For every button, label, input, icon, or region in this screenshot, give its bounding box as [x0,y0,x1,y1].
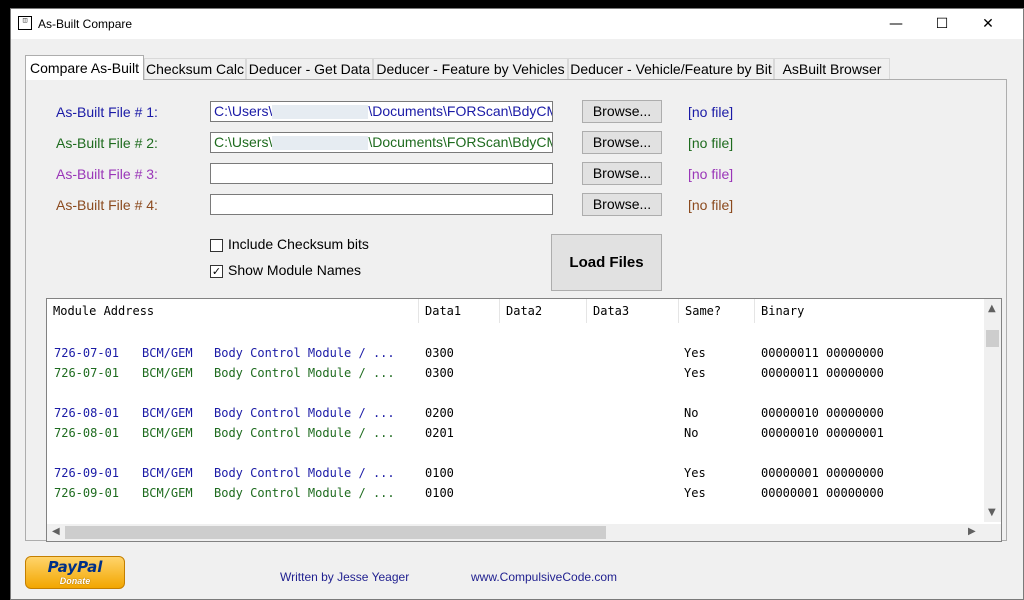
tab-deducer-get-data[interactable]: Deducer - Get Data [246,58,373,79]
cell-address: 726-07-01 [54,366,120,380]
horizontal-scrollbar[interactable]: ◀ ▶ [47,524,984,541]
cell-binary: 00000001 00000000 [761,466,884,480]
file-1-status: [no file] [688,104,734,120]
cell-same: No [684,426,699,440]
scroll-left-icon[interactable]: ◀ [52,526,60,537]
cell-module: BCM/GEM [142,346,193,360]
donate-label: Donate [59,576,91,586]
cell-data1: 0300 [425,346,454,360]
browse-file-4-button[interactable]: Browse... [582,193,662,216]
maximize-button[interactable]: ☐ [919,9,965,39]
app-window: ◫ As-Built Compare — ☐ ✕ Compare As-Buil… [10,8,1024,600]
horizontal-scroll-thumb[interactable] [65,526,606,539]
cell-module: BCM/GEM [142,466,193,480]
cell-data1: 0201 [425,426,454,440]
browse-file-2-button[interactable]: Browse... [582,131,662,154]
include-checksum-label[interactable]: Include Checksum bits [228,236,369,252]
cell-data1: 0300 [425,366,454,380]
vertical-scrollbar[interactable]: ▲ ▼ [984,299,1001,522]
results-list[interactable]: Module Address Data1 Data2 Data3 Same? B… [46,298,1002,542]
tab-checksum-calc[interactable]: Checksum Calc [144,58,246,79]
file-2-status: [no file] [688,135,734,151]
scroll-corner [984,524,1001,541]
cell-description: Body Control Module / ... [214,406,395,420]
file-3-label: As-Built File # 3: [56,166,158,182]
website-link[interactable]: www.CompulsiveCode.com [471,570,617,584]
cell-address: 726-09-01 [54,486,120,500]
file-4-label: As-Built File # 4: [56,197,158,213]
file-1-label: As-Built File # 1: [56,104,158,120]
load-files-button[interactable]: Load Files [551,234,662,291]
tab-asbuilt-browser[interactable]: AsBuilt Browser [774,58,890,79]
browse-file-1-button[interactable]: Browse... [582,100,662,123]
scroll-up-icon[interactable]: ▲ [988,303,996,314]
cell-binary: 00000001 00000000 [761,486,884,500]
cell-binary: 00000010 00000000 [761,406,884,420]
redacted-username [272,136,369,151]
cell-same: Yes [684,346,706,360]
cell-module: BCM/GEM [142,486,193,500]
cell-description: Body Control Module / ... [214,426,395,440]
col-binary[interactable]: Binary [755,299,985,323]
cell-description: Body Control Module / ... [214,486,395,500]
redacted-username [272,105,369,120]
file-3-path[interactable] [210,163,553,184]
cell-module: BCM/GEM [142,406,193,420]
tab-deducer-vehicle-feature-by-bit[interactable]: Deducer - Vehicle/Feature by Bit [568,58,774,79]
cell-data1: 0100 [425,466,454,480]
author-credit: Written by Jesse Yeager [280,570,410,584]
vertical-scroll-thumb[interactable] [986,330,999,347]
cell-address: 726-08-01 [54,406,120,420]
file-1-path[interactable]: C:\Users\ \Documents\FORScan\BdyCM- [210,101,553,122]
col-module-address[interactable]: Module Address [47,299,419,323]
cell-binary: 00000010 00000001 [761,426,884,440]
file-4-path[interactable] [210,194,553,215]
tab-compare-as-built[interactable]: Compare As-Built [25,55,144,80]
cell-description: Body Control Module / ... [214,346,395,360]
window-title: As-Built Compare [38,17,133,31]
cell-same: Yes [684,486,706,500]
cell-binary: 00000011 00000000 [761,366,884,380]
cell-address: 726-07-01 [54,346,120,360]
title-bar[interactable]: ◫ As-Built Compare — ☐ ✕ [11,9,1023,39]
include-checksum-checkbox[interactable] [210,239,223,252]
col-data2[interactable]: Data2 [500,299,587,323]
cell-data1: 0200 [425,406,454,420]
paypal-logo: PayPal [47,558,103,576]
cell-same: No [684,406,699,420]
col-data3[interactable]: Data3 [587,299,679,323]
minimize-button[interactable]: — [873,9,919,39]
compare-panel: As-Built File # 1: C:\Users\ \Documents\F… [25,79,1007,542]
file-4-status: [no file] [688,197,734,213]
file-2-label: As-Built File # 2: [56,135,158,151]
cell-description: Body Control Module / ... [214,366,395,380]
cell-description: Body Control Module / ... [214,466,395,480]
show-module-names-label[interactable]: Show Module Names [228,262,361,278]
col-same[interactable]: Same? [679,299,755,323]
tab-deducer-feature-by-vehicles[interactable]: Deducer - Feature by Vehicles [373,58,568,79]
cell-same: Yes [684,366,706,380]
cell-data1: 0100 [425,486,454,500]
file-3-status: [no file] [688,166,734,182]
scroll-down-icon[interactable]: ▼ [988,507,996,518]
cell-binary: 00000011 00000000 [761,346,884,360]
show-module-names-checkbox[interactable]: ✓ [210,265,223,278]
file-2-path[interactable]: C:\Users\ \Documents\FORScan\BdyCM- [210,132,553,153]
close-button[interactable]: ✕ [965,9,1011,39]
app-icon: ◫ [18,16,32,30]
col-data1[interactable]: Data1 [419,299,500,323]
cell-same: Yes [684,466,706,480]
cell-address: 726-09-01 [54,466,120,480]
scroll-right-icon[interactable]: ▶ [968,526,976,537]
cell-module: BCM/GEM [142,426,193,440]
cell-module: BCM/GEM [142,366,193,380]
paypal-donate-button[interactable]: PayPal Donate [25,556,125,589]
cell-address: 726-08-01 [54,426,120,440]
browse-file-3-button[interactable]: Browse... [582,162,662,185]
